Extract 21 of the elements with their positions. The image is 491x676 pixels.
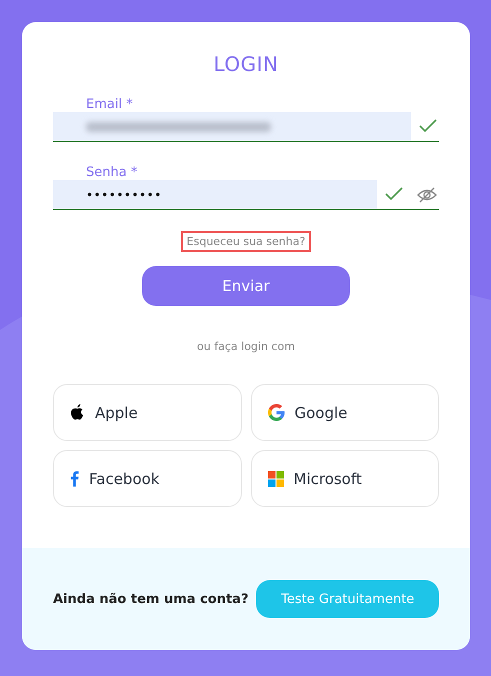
social-login-button[interactable]: Apple (53, 384, 242, 441)
password-field[interactable]: •••••••••• (53, 180, 377, 209)
google-logo-icon (268, 404, 284, 421)
field-label: Senha * (86, 165, 138, 180)
forgot-password-link[interactable]: Esqueceu sua senha? (180, 231, 312, 252)
field-value: •••••••••• (86, 188, 162, 202)
email-field[interactable] (53, 112, 411, 141)
apple-icon (70, 404, 85, 421)
checkmark-icon (419, 118, 437, 134)
social-login-button[interactable]: Microsoft (250, 450, 439, 507)
login-title: LOGIN (213, 52, 279, 78)
social-login-button[interactable]: Google (250, 384, 439, 441)
submit-button[interactable]: Enviar (142, 266, 350, 306)
eye-slash-icon[interactable] (417, 186, 437, 202)
signup-prompt: Ainda não tem uma conta? (53, 592, 248, 606)
social-login-button[interactable]: Facebook (53, 450, 242, 507)
four-squares-icon (268, 470, 284, 486)
alternative-login-text: ou faça login com (197, 340, 295, 353)
checkmark-icon (385, 186, 403, 202)
facebook-f-icon (70, 470, 79, 487)
field-label: Email * (86, 97, 134, 112)
